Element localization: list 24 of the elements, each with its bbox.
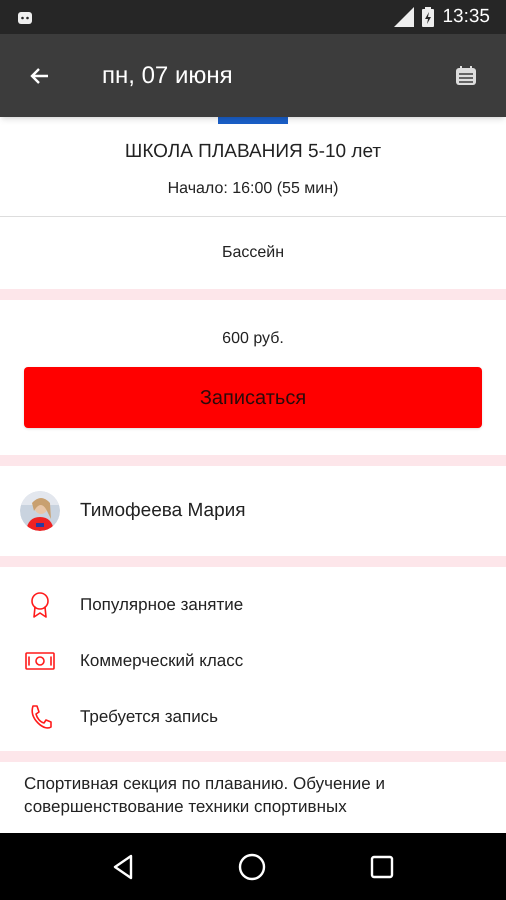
battery-icon [422, 7, 434, 27]
event-title: ШКОЛА ПЛАВАНИЯ 5-10 лет [124, 140, 382, 164]
app-bar-title: пн, 07 июня [102, 60, 234, 90]
start-time-text: Начало: 16:00 (55 мин) [168, 178, 338, 198]
calendar-icon [454, 64, 478, 88]
trainer-name: Тимофеева Мария [80, 498, 246, 523]
feature-text: Коммерческий класс [80, 650, 244, 672]
home-circle-icon [238, 852, 266, 880]
back-nav-button[interactable] [112, 854, 134, 880]
tab-indicator [218, 117, 288, 124]
banknote-icon [25, 652, 55, 670]
award-icon [29, 591, 51, 619]
feature-text: Популярное занятие [80, 594, 244, 616]
home-button[interactable] [238, 852, 266, 880]
feature-text: Требуется запись [80, 706, 218, 728]
location-text: Бассейн [222, 243, 284, 263]
recents-button[interactable] [370, 854, 394, 878]
description-text: Спортивная секция по плаванию. Обучение и совершенствование техники спортивных [24, 773, 386, 818]
signup-button[interactable]: Записаться [24, 367, 482, 428]
signal-icon [394, 7, 414, 27]
price-text: 600 руб. [222, 329, 284, 349]
clock-text: 13:35 [442, 4, 490, 29]
recents-square-icon [370, 854, 394, 878]
back-triangle-icon [112, 854, 134, 880]
